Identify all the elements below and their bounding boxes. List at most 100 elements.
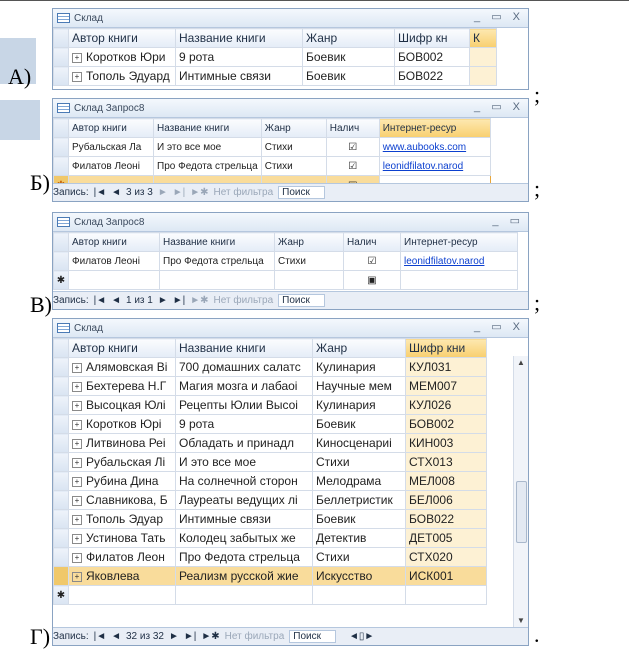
cell[interactable]: 9 рота xyxy=(175,47,303,67)
new-record-row[interactable]: ✱ ▣ xyxy=(53,270,518,290)
cell[interactable]: КИН003 xyxy=(405,433,487,453)
cell[interactable]: БОВ002 xyxy=(394,47,470,67)
cell[interactable] xyxy=(469,66,497,86)
cell[interactable]: БОВ022 xyxy=(405,509,487,529)
first-record-button[interactable]: |◄ xyxy=(94,295,107,306)
column-header[interactable]: Название книги xyxy=(175,338,313,358)
table-row[interactable]: + Коротков Юрі 9 рота Боевик БОВ002 xyxy=(53,414,487,434)
cell[interactable] xyxy=(274,270,344,290)
row-selector[interactable] xyxy=(53,509,69,529)
window-controls[interactable]: _ ▭ xyxy=(492,214,524,227)
column-header[interactable]: Жанр xyxy=(260,118,327,138)
cell[interactable]: Интимные связи xyxy=(175,509,313,529)
cell[interactable]: Научные мем xyxy=(312,376,406,396)
expand-icon[interactable]: + xyxy=(72,400,82,411)
cell[interactable]: Про Федота стрельца xyxy=(153,156,262,176)
expand-icon[interactable]: + xyxy=(72,457,82,468)
cell[interactable]: Тополь Эдуард xyxy=(86,69,170,83)
table-row[interactable]: + Славникова, Б Лауреаты ведущих лі Беллетр… xyxy=(53,490,487,510)
window-controls[interactable]: _ ▭ X xyxy=(474,320,524,333)
expand-icon[interactable]: + xyxy=(72,71,82,82)
record-position[interactable]: 3 из 3 xyxy=(126,187,153,198)
table-row[interactable]: + Рубина Дина На солнечной сторон Мелодрама… xyxy=(53,471,487,491)
cell[interactable]: Мелодрама xyxy=(312,471,406,491)
cell[interactable] xyxy=(400,270,518,290)
table-row[interactable]: + Бехтерева Н.Г Магия мозга и лабаоі Научны… xyxy=(53,376,487,396)
prev-record-button[interactable]: ◄ xyxy=(111,187,121,198)
cell[interactable]: И это все мое xyxy=(153,137,262,157)
cell[interactable]: Боевик xyxy=(302,47,395,67)
expand-icon[interactable]: + xyxy=(72,419,82,430)
cell[interactable]: СТХ013 xyxy=(405,452,487,472)
row-selector[interactable] xyxy=(53,156,69,176)
cell[interactable]: Детектив xyxy=(312,528,406,548)
cell[interactable]: Про Федота стрельца xyxy=(159,251,275,271)
cell[interactable] xyxy=(159,270,275,290)
table-row[interactable]: + Алямовская Ві 700 домашних салатс Кулинар… xyxy=(53,357,487,377)
cell[interactable]: Магия мозга и лабаоі xyxy=(175,376,313,396)
row-selector[interactable] xyxy=(53,357,69,377)
expand-icon[interactable]: + xyxy=(72,362,82,373)
cell[interactable]: МЕЛ008 xyxy=(405,471,487,491)
column-header[interactable]: Налич xyxy=(343,232,401,252)
row-selector[interactable] xyxy=(53,47,69,67)
column-header[interactable]: Интернет-ресур xyxy=(400,232,518,252)
record-position[interactable]: 1 из 1 xyxy=(126,295,153,306)
record-position[interactable]: 32 из 32 xyxy=(126,631,164,642)
cell[interactable]: Филатов Леоні xyxy=(68,156,154,176)
expand-icon[interactable]: + xyxy=(72,514,82,525)
new-record-row[interactable]: ✱ xyxy=(53,585,487,605)
table-row[interactable]: Филатов Леоні Про Федота стрельца Стихи … xyxy=(53,251,518,271)
filter-status[interactable]: Нет фильтра xyxy=(214,187,274,198)
new-record-button[interactable]: ►✱ xyxy=(190,187,208,198)
table-row[interactable]: + Филатов Леон Про Федота стрельца Стихи СТХ… xyxy=(53,547,487,567)
cell[interactable]: Обладать и принадл xyxy=(175,433,313,453)
column-header[interactable]: Автор книги xyxy=(68,338,176,358)
table-row[interactable]: + Яковлева Реализм русской жие Искусство ИСК… xyxy=(53,566,487,586)
cell[interactable]: БОВ022 xyxy=(394,66,470,86)
cell[interactable] xyxy=(175,585,313,605)
last-record-button[interactable]: ►| xyxy=(184,631,197,642)
expand-icon[interactable]: + xyxy=(72,495,82,506)
expand-icon[interactable]: + xyxy=(72,476,82,487)
table-row[interactable]: + Тополь Эдуард Интимные связи Боевик БОВ… xyxy=(53,66,497,86)
column-header[interactable]: Автор книги xyxy=(68,28,176,48)
row-selector[interactable] xyxy=(53,547,69,567)
next-record-button[interactable]: ► xyxy=(158,187,168,198)
cell[interactable]: Боевик xyxy=(312,414,406,434)
cell[interactable]: Стихи xyxy=(312,547,406,567)
cell[interactable]: Стихи xyxy=(274,251,344,271)
cell[interactable]: Рубальская Ла xyxy=(68,137,154,157)
select-all[interactable] xyxy=(53,338,69,358)
expand-icon[interactable]: + xyxy=(72,552,82,563)
cell[interactable] xyxy=(405,585,487,605)
last-record-button[interactable]: ►| xyxy=(173,187,186,198)
table-row[interactable]: Филатов Леоні Про Федота стрельца Стихи … xyxy=(53,156,491,176)
table-row[interactable]: + Коротков Юри 9 рота Боевик БОВ002 xyxy=(53,47,497,67)
cell[interactable]: Яковлева xyxy=(86,569,139,583)
table-row[interactable]: + Рубальская Лі И это все мое Стихи СТХ013 xyxy=(53,452,487,472)
table-row[interactable]: Рубальская Ла И это все мое Стихи ☑ www.… xyxy=(53,137,491,157)
cell[interactable]: СТХ020 xyxy=(405,547,487,567)
expand-icon[interactable]: + xyxy=(72,571,82,582)
next-record-button[interactable]: ► xyxy=(169,631,179,642)
cell[interactable]: Реализм русской жие xyxy=(175,566,313,586)
cell[interactable]: Стихи xyxy=(312,452,406,472)
cell[interactable]: Про Федота стрельца xyxy=(175,547,313,567)
cell[interactable]: БОВ002 xyxy=(405,414,487,434)
row-selector[interactable] xyxy=(53,490,69,510)
cell[interactable]: Интимные связи xyxy=(175,66,303,86)
table-row[interactable]: + Устинова Тать Колодец забытых же Детектив… xyxy=(53,528,487,548)
cell[interactable]: Колодец забытых же xyxy=(175,528,313,548)
checkbox[interactable]: ☑ xyxy=(325,156,380,176)
column-header[interactable]: К xyxy=(469,28,497,48)
cell[interactable]: Алямовская Ві xyxy=(86,360,167,374)
scroll-thumb[interactable] xyxy=(516,481,527,543)
cell[interactable]: ДЕТ005 xyxy=(405,528,487,548)
cell[interactable]: И это все мое xyxy=(175,452,313,472)
cell[interactable] xyxy=(469,47,497,67)
next-record-button[interactable]: ► xyxy=(158,295,168,306)
row-selector[interactable] xyxy=(53,528,69,548)
filter-status[interactable]: Нет фильтра xyxy=(225,631,285,642)
prev-record-button[interactable]: ◄ xyxy=(111,295,121,306)
